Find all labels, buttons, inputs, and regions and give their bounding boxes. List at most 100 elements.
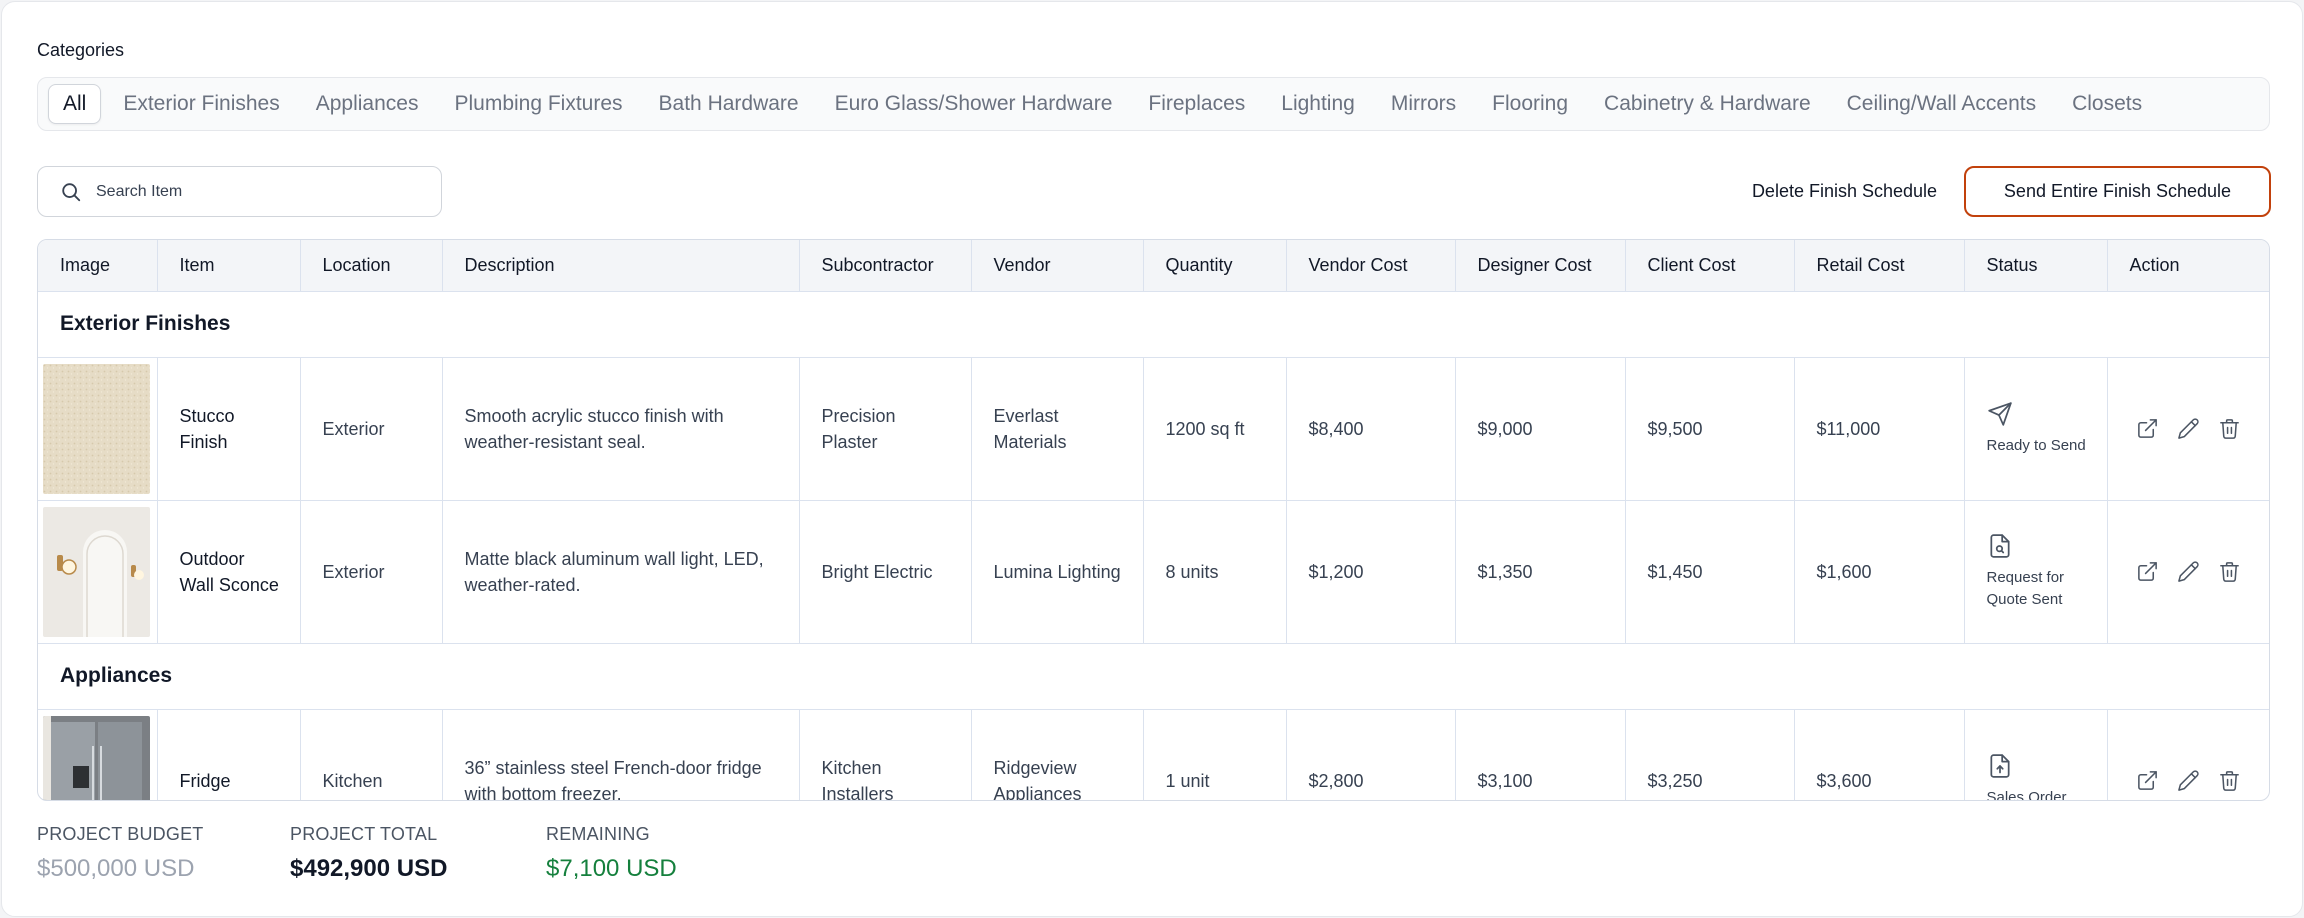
item-vendor-cost: $2,800 (1286, 709, 1456, 800)
tab-all[interactable]: All (48, 84, 102, 124)
column-header-image: Image (38, 240, 158, 292)
column-header-description: Description (442, 240, 800, 292)
finish-schedule-table: Image Item Location Description Subcontracto… (37, 239, 2270, 801)
edit-pencil-icon[interactable] (2177, 560, 2200, 583)
tab-appliances[interactable]: Appliances (298, 84, 437, 124)
item-designer-cost: $1,350 (1455, 500, 1626, 644)
column-header-status: Status (1964, 240, 2108, 292)
item-subcontractor: Kitchen Installers (799, 709, 972, 800)
project-budget-label: PROJECT BUDGET (37, 824, 204, 844)
item-actions-cell (2107, 500, 2269, 644)
edit-pencil-icon[interactable] (2177, 769, 2200, 792)
tab-plumbing-fixtures[interactable]: Plumbing Fixtures (436, 84, 640, 124)
item-quantity: 1200 sq ft (1143, 357, 1287, 501)
item-name: Fridge (157, 709, 301, 800)
status-label: Sales Order (1986, 788, 2067, 801)
status-badge: Ready to Send (1987, 401, 2091, 457)
tab-cabinetry-hardware[interactable]: Cabinetry & Hardware (1586, 84, 1829, 124)
item-status-cell: Ready to Send (1964, 357, 2108, 501)
item-retail-cost: $1,600 (1794, 500, 1965, 644)
tab-flooring[interactable]: Flooring (1474, 84, 1586, 124)
send-entire-finish-schedule-button[interactable]: Send Entire Finish Schedule (1964, 166, 2271, 217)
item-vendor-cost: $1,200 (1286, 500, 1456, 644)
remaining: REMAINING $7,100 USD (546, 824, 677, 883)
item-thumbnail (43, 363, 150, 494)
item-vendor-cost: $8,400 (1286, 357, 1456, 501)
tab-lighting[interactable]: Lighting (1263, 84, 1373, 124)
column-header-client-cost: Client Cost (1625, 240, 1795, 292)
item-designer-cost: $3,100 (1455, 709, 1626, 800)
item-description: Smooth acrylic stucco finish with weathe… (442, 357, 800, 501)
open-external-icon[interactable] (2136, 560, 2159, 583)
edit-pencil-icon[interactable] (2177, 417, 2200, 440)
column-header-item: Item (157, 240, 301, 292)
item-thumbnail (43, 715, 150, 800)
group-row: Appliances (38, 643, 2269, 710)
send-icon (1987, 401, 2012, 426)
item-thumbnail (43, 506, 150, 637)
project-total-label: PROJECT TOTAL (290, 824, 438, 844)
item-name: Outdoor Wall Sconce (157, 500, 301, 644)
tab-mirrors[interactable]: Mirrors (1373, 84, 1474, 124)
project-budget-value: $500,000 USD (37, 855, 195, 882)
search-icon (62, 182, 81, 201)
group-title: Appliances (38, 643, 2269, 710)
trash-icon[interactable] (2218, 769, 2241, 792)
item-designer-cost: $9,000 (1455, 357, 1626, 501)
table-row[interactable]: Outdoor Wall Sconce Exterior Matte black a… (38, 500, 2269, 644)
item-client-cost: $3,250 (1625, 709, 1795, 800)
column-header-action: Action (2107, 240, 2269, 292)
category-tabs: All Exterior Finishes Appliances Plumbing F… (37, 77, 2270, 131)
item-image-cell (38, 709, 158, 800)
item-description: 36” stainless steel French-door fridge w… (442, 709, 800, 800)
item-actions-cell (2107, 357, 2269, 501)
item-location: Kitchen (300, 709, 443, 800)
tab-bath-hardware[interactable]: Bath Hardware (641, 84, 817, 124)
tab-exterior-finishes[interactable]: Exterior Finishes (105, 84, 297, 124)
document-search-icon (1989, 533, 2010, 558)
open-external-icon[interactable] (2136, 417, 2159, 440)
project-total: PROJECT TOTAL $492,900 USD (290, 824, 447, 883)
item-image-cell (38, 500, 158, 644)
item-client-cost: $1,450 (1625, 500, 1795, 644)
column-header-vendor-cost: Vendor Cost (1286, 240, 1456, 292)
column-header-designer-cost: Designer Cost (1455, 240, 1626, 292)
item-actions-cell (2107, 709, 2269, 800)
open-external-icon[interactable] (2136, 769, 2159, 792)
trash-icon[interactable] (2218, 417, 2241, 440)
search-input[interactable] (96, 182, 396, 201)
project-budget: PROJECT BUDGET $500,000 USD (37, 824, 204, 883)
row-actions (2130, 769, 2256, 792)
finish-schedule-card: Categories All Exterior Finishes Appliance… (1, 1, 2303, 917)
group-row: Exterior Finishes (38, 291, 2269, 358)
table-row[interactable]: Fridge Kitchen 36” stainless steel French-… (38, 709, 2269, 801)
tab-fireplaces[interactable]: Fireplaces (1130, 84, 1263, 124)
item-image-cell (38, 357, 158, 501)
item-client-cost: $9,500 (1625, 357, 1795, 501)
item-subcontractor: Precision Plaster (799, 357, 972, 501)
item-vendor: Ridgeview Appliances (971, 709, 1144, 800)
tab-euro-glass-shower-hardware[interactable]: Euro Glass/Shower Hardware (817, 84, 1131, 124)
item-retail-cost: $3,600 (1794, 709, 1965, 800)
trash-icon[interactable] (2218, 560, 2241, 583)
item-location: Exterior (300, 357, 443, 501)
item-vendor: Lumina Lighting (971, 500, 1144, 644)
column-header-subcontractor: Subcontractor (799, 240, 972, 292)
document-upload-icon (1989, 753, 2010, 778)
remaining-value: $7,100 USD (546, 855, 677, 882)
delete-finish-schedule-button[interactable]: Delete Finish Schedule (1732, 166, 1957, 217)
item-name: Stucco Finish (157, 357, 301, 501)
row-actions (2130, 417, 2256, 440)
column-header-retail-cost: Retail Cost (1794, 240, 1965, 292)
tab-ceiling-wall-accents[interactable]: Ceiling/Wall Accents (1829, 84, 2054, 124)
table-row[interactable]: Stucco Finish Exterior Smooth acrylic stuc… (38, 357, 2269, 501)
status-badge: Sales Order (1986, 753, 2091, 801)
search-box[interactable] (37, 166, 442, 217)
item-quantity: 8 units (1143, 500, 1287, 644)
item-status-cell: Sales Order (1964, 709, 2108, 801)
table-header-row: Image Item Location Description Subcontracto… (38, 240, 2269, 292)
tab-closets[interactable]: Closets (2054, 84, 2160, 124)
item-subcontractor: Bright Electric (799, 500, 972, 644)
status-label: Ready to Send (1986, 436, 2086, 454)
item-vendor: Everlast Materials (971, 357, 1144, 501)
